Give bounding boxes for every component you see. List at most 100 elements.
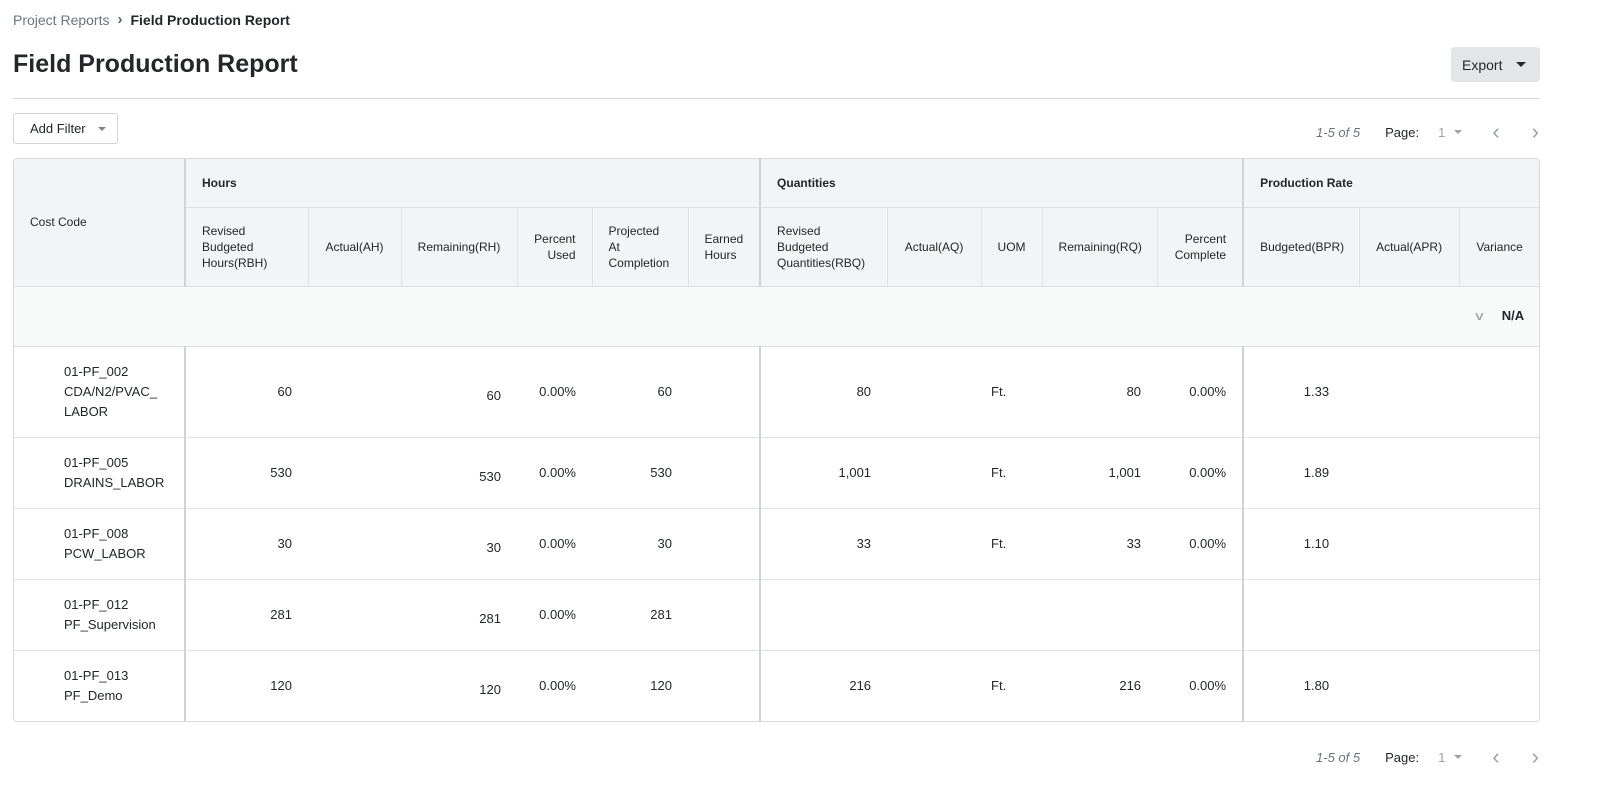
- eh-cell: [688, 650, 760, 721]
- uom-cell: Ft.: [981, 508, 1043, 580]
- ah-cell: [308, 508, 401, 580]
- rq-cell: 1,001: [1042, 437, 1158, 509]
- apr-cell: [1359, 650, 1459, 721]
- var-cell: [1459, 437, 1539, 509]
- prev-page-icon[interactable]: ‹: [1492, 744, 1499, 770]
- page-select[interactable]: 1: [1438, 750, 1445, 765]
- uom-cell: Ft.: [981, 346, 1043, 438]
- bpr-cell: [1242, 579, 1360, 651]
- header-percent-used[interactable]: Percent Used: [517, 207, 593, 287]
- prev-page-icon[interactable]: ‹: [1492, 119, 1499, 145]
- rh-cell: 120: [479, 681, 501, 697]
- pu-cell: 0.00%: [517, 346, 592, 438]
- header-rq[interactable]: Remaining(RQ): [1042, 207, 1158, 287]
- var-cell: [1459, 650, 1539, 721]
- pagination-top: 1-5 of 5 Page: 1 ‹ ›: [1316, 119, 1539, 145]
- export-label: Export: [1462, 56, 1503, 73]
- cost-code-name: CDA/N2/PVAC_ LABOR: [64, 383, 157, 419]
- cost-code-cell: 01-PF_013 PF_Demo: [14, 650, 185, 721]
- pu-cell: 0.00%: [539, 677, 576, 693]
- aq-cell: [887, 650, 981, 721]
- apr-cell: [1359, 437, 1460, 509]
- header-cost-code: Cost Code: [14, 159, 186, 287]
- header-earned-hours[interactable]: Earned Hours: [688, 207, 761, 287]
- caret-down-icon[interactable]: [1454, 755, 1463, 759]
- apr-cell: [1359, 579, 1460, 651]
- uom-cell: Ft.: [981, 437, 1043, 509]
- rq-cell: 216: [1119, 677, 1142, 693]
- bpr-cell: 1.89: [1242, 437, 1360, 509]
- cost-code-name: PF_Demo: [64, 687, 123, 703]
- page-label: Page:: [1385, 749, 1420, 765]
- result-count: 1-5 of 5: [1316, 749, 1361, 765]
- breadcrumb: Project Reports › Field Production Repor…: [13, 11, 290, 28]
- cost-code: 01-PF_005: [64, 454, 129, 470]
- table-row: 01-PF_005 DRAINS_LABOR 530 530 0.00% 530 1,001…: [14, 437, 1539, 509]
- rh-cell: 60: [401, 346, 517, 438]
- pac-cell: 30: [592, 508, 688, 580]
- cost-code-cell: 01-PF_012 PF_Supervision: [14, 579, 185, 651]
- eh-cell: [688, 579, 761, 651]
- caret-down-icon: [97, 126, 106, 131]
- result-count: 1-5 of 5: [1316, 124, 1361, 140]
- pc-cell: 0.00%: [1189, 677, 1227, 693]
- breadcrumb-project-reports[interactable]: Project Reports: [13, 12, 109, 28]
- header-uom[interactable]: UOM: [981, 207, 1043, 287]
- rbh-cell: 281: [184, 579, 308, 651]
- add-filter-label: Add Filter: [30, 121, 86, 136]
- header-rbq[interactable]: Revised Budgeted Quantities(RBQ): [759, 207, 888, 287]
- header-percent-complete[interactable]: Percent Complete: [1157, 207, 1244, 287]
- group-header-production-rate: Production Rate: [1242, 159, 1539, 208]
- page-title: Field Production Report: [13, 50, 298, 78]
- pac-cell: 281: [592, 579, 688, 651]
- uom-cell: [981, 579, 1043, 651]
- header-rbh[interactable]: Revised Budgeted Hours(RBH): [184, 207, 309, 287]
- header-variance[interactable]: Variance: [1459, 207, 1539, 287]
- table-row: 01-PF_008 PCW_LABOR 30 30 0.00% 30 33 Ft. 33 0.00…: [14, 508, 1539, 580]
- header-projected[interactable]: Projected At Completion: [592, 207, 689, 287]
- cost-code: 01-PF_002: [64, 363, 129, 379]
- cost-code-name: PCW_LABOR: [64, 545, 146, 561]
- divider: [13, 98, 1540, 99]
- rbh-cell: 120: [184, 650, 308, 721]
- group-header-quantities: Quantities: [759, 159, 1244, 208]
- eh-cell: [688, 437, 761, 509]
- pac-cell: 120: [650, 677, 672, 693]
- chevron-right-icon: ›: [117, 11, 123, 28]
- eh-cell: [688, 508, 761, 580]
- bpr-cell: 1.80: [1242, 650, 1360, 721]
- header-ah[interactable]: Actual(AH): [308, 207, 402, 287]
- cost-code: 01-PF_008: [64, 525, 129, 541]
- aq-cell: [887, 437, 982, 509]
- group-row-label: N/A: [1501, 308, 1525, 323]
- page-select[interactable]: 1: [1438, 125, 1445, 140]
- next-page-icon[interactable]: ›: [1532, 119, 1539, 145]
- table-row: 01-PF_013 PF_Demo 120 120 0.00% 120 216 Ft. 216 0…: [14, 650, 1539, 721]
- pu-cell: 0.00%: [517, 437, 592, 509]
- ah-cell: [308, 579, 401, 651]
- caret-down-icon[interactable]: [1454, 130, 1463, 134]
- pc-cell: 0.00%: [1157, 437, 1244, 509]
- ah-cell: [308, 437, 401, 509]
- pc-cell: 0.00%: [1157, 346, 1244, 438]
- caret-down-icon: [1516, 62, 1527, 67]
- next-page-icon[interactable]: ›: [1532, 744, 1539, 770]
- header-aq[interactable]: Actual(AQ): [887, 207, 982, 287]
- rbh-cell: 530: [184, 437, 308, 509]
- rq-cell: [1042, 579, 1158, 651]
- pc-cell: 0.00%: [1157, 508, 1244, 580]
- chevron-down-icon[interactable]: ∨: [1473, 306, 1485, 326]
- cost-code: 01-PF_013: [64, 667, 129, 683]
- rbq-cell: 216: [759, 650, 888, 721]
- export-button[interactable]: Export: [1451, 47, 1540, 82]
- header-apr[interactable]: Actual(APR): [1359, 207, 1460, 287]
- breadcrumb-current: Field Production Report: [130, 11, 290, 28]
- group-header-hours: Hours: [183, 159, 761, 208]
- group-row[interactable]: ∨ N/A: [14, 286, 1539, 347]
- header-bpr[interactable]: Budgeted(BPR): [1242, 207, 1360, 287]
- header-rh[interactable]: Remaining(RH): [401, 207, 518, 287]
- pu-cell: 0.00%: [517, 508, 592, 580]
- ah-cell: [308, 346, 401, 438]
- add-filter-button[interactable]: Add Filter: [13, 113, 118, 144]
- apr-cell: [1359, 346, 1460, 438]
